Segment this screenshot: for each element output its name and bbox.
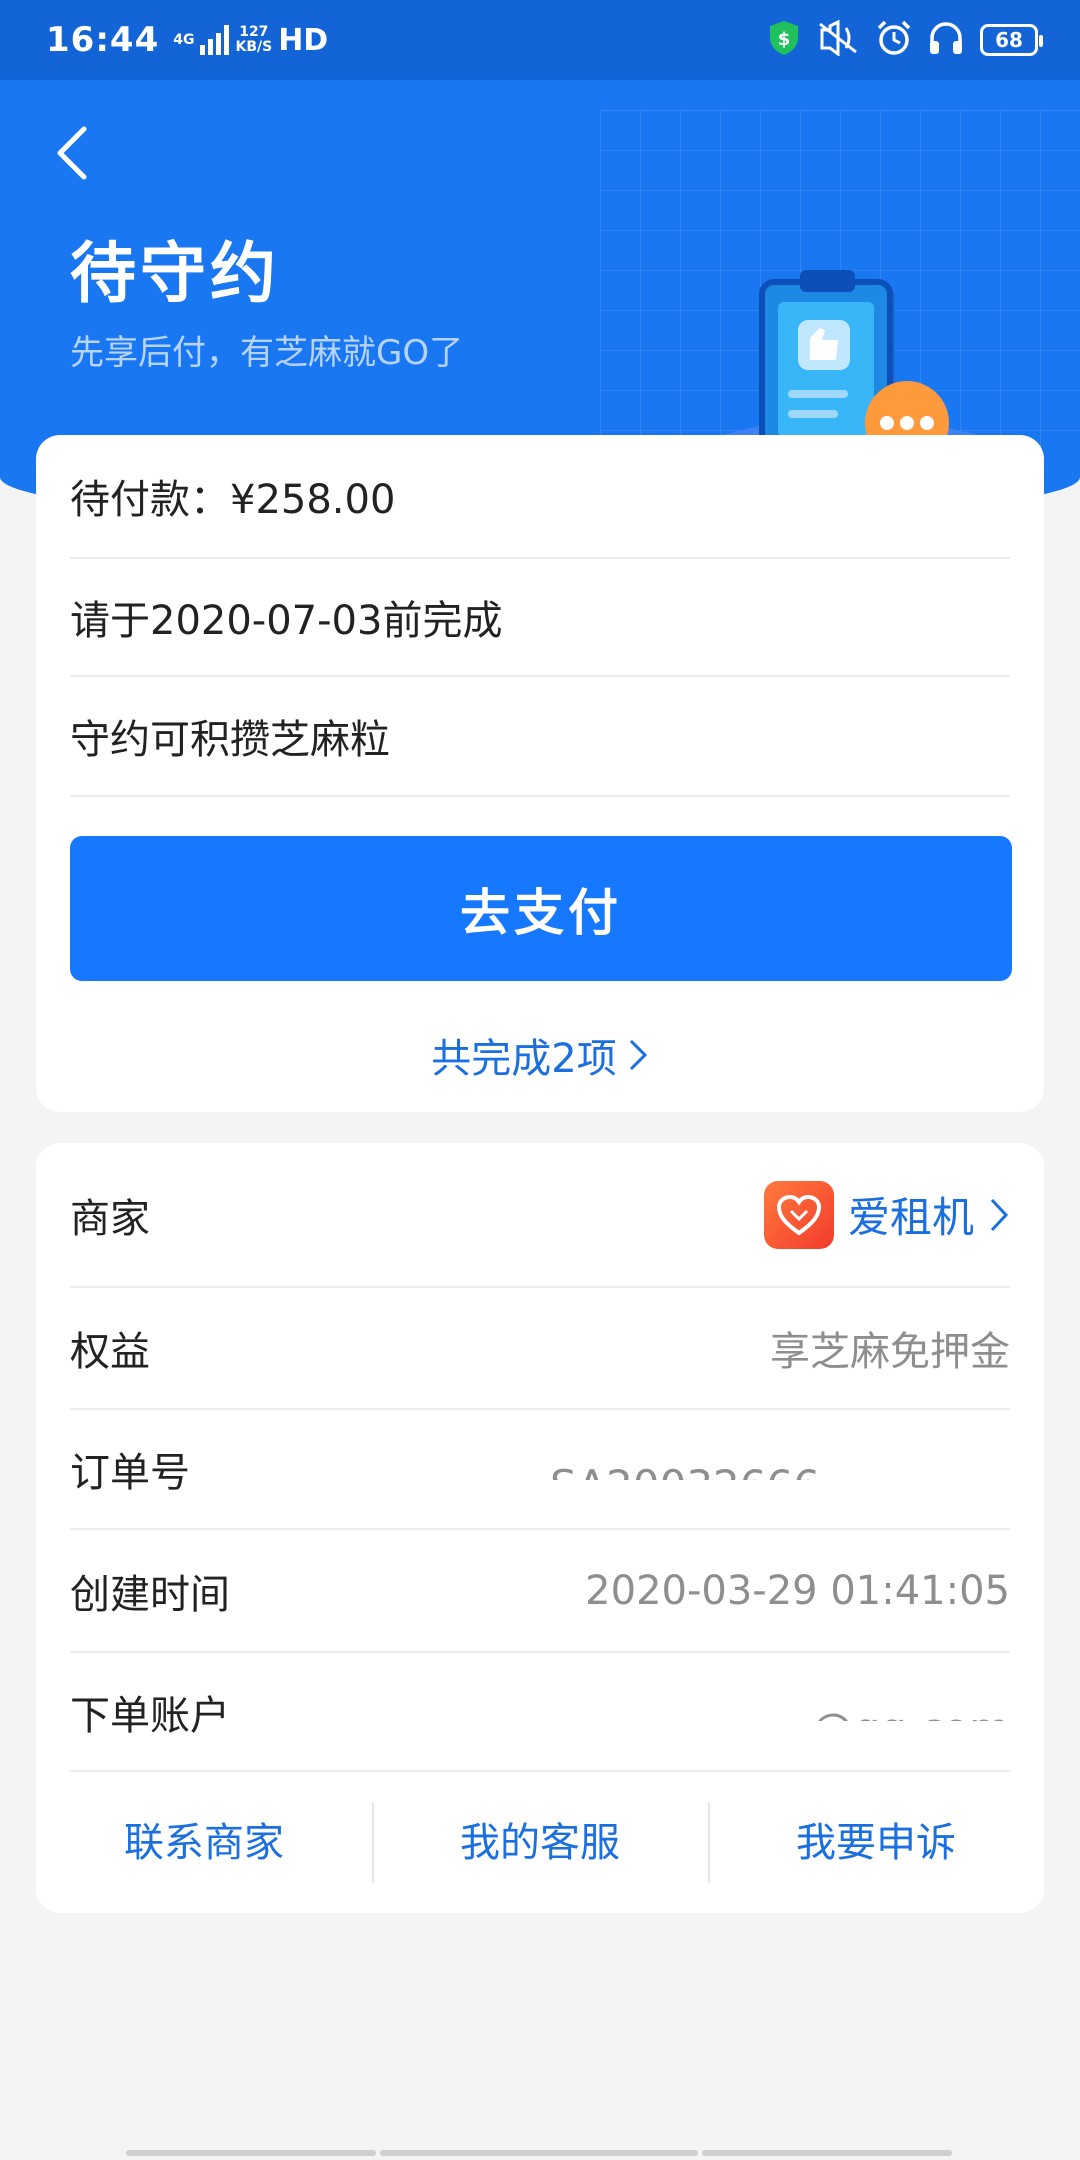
amount-text: 待付款：¥258.00	[70, 477, 396, 523]
headphones-icon	[928, 20, 964, 60]
signal-icon	[200, 25, 230, 55]
gesture-bar-left	[126, 2150, 376, 2156]
speed-value: 127	[239, 24, 269, 40]
network-indicator: 4G 127 KB/S HD	[173, 23, 328, 58]
created-time-value: 2020-03-29 01:41:05	[585, 1567, 1010, 1614]
chevron-right-icon	[990, 1198, 1009, 1231]
hd-indicator: HD	[278, 22, 329, 58]
status-time: 16:44	[46, 20, 160, 60]
contact-merchant-button[interactable]: 联系商家	[36, 1803, 372, 1883]
svg-text:$: $	[778, 29, 791, 50]
network-type: 4G	[173, 31, 195, 48]
order-number-value-masked: SA20032666	[550, 1462, 1010, 1502]
heart-icon	[776, 1194, 821, 1235]
account-row: 下单账户 @qq.com	[70, 1653, 1010, 1772]
chevron-left-icon	[57, 126, 87, 180]
created-time-row: 创建时间 2020-03-29 01:41:05	[70, 1530, 1010, 1653]
order-number-label: 订单号	[70, 1450, 190, 1496]
network-speed: 127 KB/S	[235, 25, 272, 55]
status-icons: $ 68	[768, 19, 1043, 60]
customer-service-button[interactable]: 我的客服	[372, 1802, 708, 1883]
gesture-bar-right	[702, 2150, 952, 2156]
merchant-label: 商家	[70, 1195, 150, 1242]
created-time-label: 创建时间	[70, 1571, 230, 1618]
merchant-name: 爱租机	[847, 1193, 974, 1242]
completed-items-label: 共完成2项	[431, 1036, 617, 1082]
merchant-logo	[763, 1180, 834, 1249]
points-row: 守约可积攒芝麻粒	[70, 677, 1010, 797]
benefit-value: 享芝麻免押金	[770, 1329, 1010, 1375]
chevron-right-icon	[629, 1039, 647, 1071]
order-number-row: 订单号 SA20032666	[70, 1410, 1010, 1530]
completed-items-link[interactable]: 共完成2项	[36, 1010, 1044, 1100]
deadline-text: 请于2020-07-03前完成	[70, 598, 503, 644]
account-value: @qq.com	[811, 1705, 1010, 1742]
mute-vibrate-icon	[816, 19, 860, 60]
merchant-link[interactable]: 爱租机	[763, 1180, 1010, 1249]
points-text: 守约可积攒芝麻粒	[70, 717, 390, 763]
status-bar: 16:44 4G 127 KB/S HD $ 68	[0, 0, 1080, 80]
account-label: 下单账户	[70, 1692, 230, 1739]
payment-summary-card: 待付款：¥258.00 请于2020-07-03前完成 守约可积攒芝麻粒 去支付…	[36, 435, 1044, 1112]
order-detail-page: 16:44 4G 127 KB/S HD $ 68 待守约 先享后付，有芝麻就G…	[0, 0, 1080, 2160]
battery-icon: 68	[980, 24, 1043, 56]
order-number-value: SA20032666	[550, 1462, 820, 1503]
action-bar: 联系商家 我的客服 我要申诉	[36, 1772, 1044, 1913]
speed-unit: KB/S	[235, 39, 273, 55]
gesture-bar-center[interactable]	[380, 2150, 698, 2156]
back-button[interactable]	[42, 118, 102, 188]
merchant-row[interactable]: 商家 爱租机	[70, 1143, 1010, 1288]
amount-row: 待付款：¥258.00	[70, 435, 1010, 559]
order-details-card: 商家 爱租机 权益 享芝麻免押金 订单号 SA20032666 创建时间 202…	[36, 1143, 1044, 1913]
benefit-label: 权益	[70, 1329, 150, 1375]
pay-button[interactable]: 去支付	[70, 836, 1012, 981]
page-title: 待守约	[70, 235, 280, 312]
complaint-button[interactable]: 我要申诉	[708, 1802, 1044, 1883]
shield-dollar-icon: $	[768, 20, 800, 60]
page-subtitle: 先享后付，有芝麻就GO了	[70, 333, 464, 373]
account-value-masked: @qq.com	[790, 1705, 1010, 1741]
alarm-icon	[876, 20, 912, 60]
benefit-row: 权益 享芝麻免押金	[70, 1288, 1010, 1410]
deadline-row: 请于2020-07-03前完成	[70, 559, 1010, 677]
